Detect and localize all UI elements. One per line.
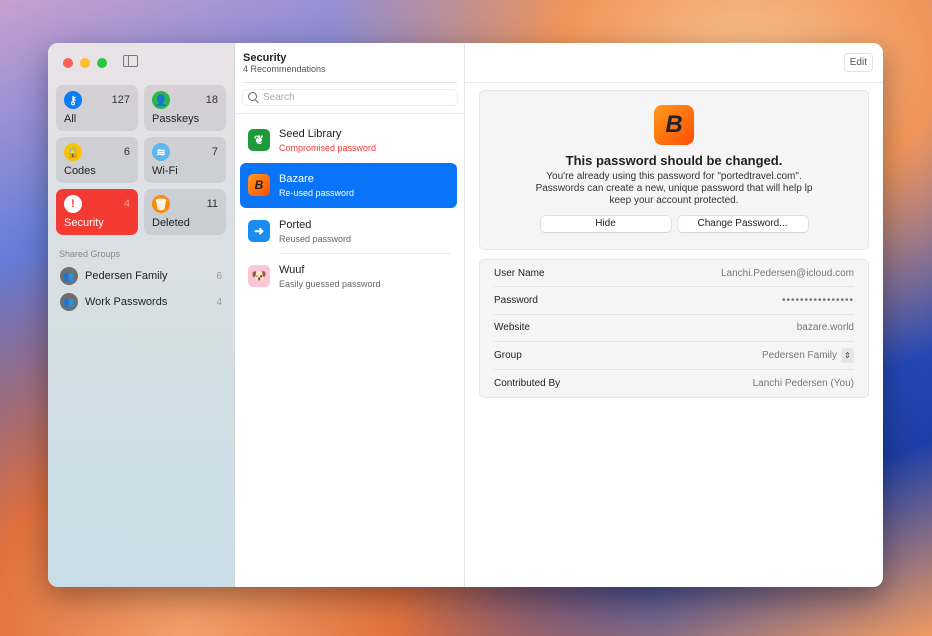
sidebar-toggle-icon[interactable] bbox=[123, 55, 138, 67]
category-wifi[interactable]: ≋ 7 Wi-Fi bbox=[144, 137, 226, 183]
list-title: Security bbox=[243, 52, 287, 64]
window-controls bbox=[63, 58, 107, 68]
credential-details: User Name Lanchi.Pedersen@icloud.com Pass… bbox=[479, 259, 869, 398]
lock-clock-icon: 🔒 bbox=[64, 143, 82, 161]
group-work-passwords[interactable]: 👥 Work Passwords 4 bbox=[60, 293, 222, 311]
count: 4 bbox=[216, 296, 222, 308]
group-icon: 👥 bbox=[60, 293, 78, 311]
list-item-bazare[interactable]: B Bazare Re-used password bbox=[240, 163, 457, 208]
count: 4 bbox=[123, 198, 130, 210]
value: Lanchi Pedersen (You) bbox=[752, 377, 854, 389]
detail-pane: Edit B This password should be changed. … bbox=[465, 43, 883, 587]
label: All bbox=[64, 113, 77, 125]
title: Bazare bbox=[279, 173, 314, 185]
count: 11 bbox=[206, 198, 218, 210]
list-item-wuuf[interactable]: 🐶 Wuuf Easily guessed password bbox=[240, 254, 457, 299]
bazare-app-icon: B bbox=[248, 174, 270, 196]
subtitle: Reused password bbox=[279, 234, 352, 244]
warning-body: You're already using this password for "… bbox=[535, 171, 813, 206]
label: Website bbox=[494, 322, 530, 334]
subtitle: Re-used password bbox=[279, 188, 355, 198]
label: Contributed By bbox=[494, 377, 561, 389]
search-placeholder: Search bbox=[263, 92, 295, 103]
category-codes[interactable]: 🔒 6 Codes bbox=[56, 137, 138, 183]
subtitle: Easily guessed password bbox=[279, 279, 381, 289]
count: 127 bbox=[111, 94, 130, 106]
value[interactable]: Lanchi.Pedersen@icloud.com bbox=[721, 268, 854, 279]
warning-title: This password should be changed. bbox=[565, 153, 783, 168]
list-item-seed-library[interactable]: ❦ Seed Library Compromised password bbox=[240, 118, 457, 163]
search-input[interactable]: Search bbox=[242, 89, 458, 106]
wifi-icon: ≋ bbox=[152, 143, 170, 161]
category-deleted[interactable]: 🗑 11 Deleted bbox=[144, 189, 226, 235]
field-website[interactable]: Website bazare.world bbox=[494, 315, 854, 343]
change-password-button[interactable]: Change Password... bbox=[677, 216, 808, 232]
passkey-icon: 👤 bbox=[152, 91, 170, 109]
field-group[interactable]: Group Pedersen Family ⇕ bbox=[494, 342, 854, 370]
title: Wuuf bbox=[279, 264, 305, 276]
zoom-button[interactable] bbox=[97, 58, 107, 68]
group-icon: 👥 bbox=[60, 267, 78, 285]
exclamation-icon: ! bbox=[64, 195, 82, 213]
list-item-ported[interactable]: ➜ Ported Reused password bbox=[240, 209, 457, 254]
label: Passkeys bbox=[152, 113, 200, 125]
label: Group bbox=[494, 349, 522, 361]
minimize-button[interactable] bbox=[80, 58, 90, 68]
chevron-updown-icon[interactable]: ⇕ bbox=[841, 347, 854, 363]
label: Codes bbox=[64, 165, 96, 177]
edit-button[interactable]: Edit bbox=[843, 53, 873, 72]
password-list: Security 4 Recommendations Search ❦ Seed … bbox=[235, 43, 465, 587]
value[interactable]: bazare.world bbox=[797, 322, 854, 333]
field-contributed-by: Contributed By Lanchi Pedersen (You) bbox=[494, 370, 854, 397]
close-button[interactable] bbox=[63, 58, 73, 68]
category-all[interactable]: ⚷ 127 All bbox=[56, 85, 138, 131]
label: Deleted bbox=[152, 217, 190, 229]
field-user-name[interactable]: User Name Lanchi.Pedersen@icloud.com bbox=[494, 260, 854, 288]
security-warning: B This password should be changed. You'r… bbox=[479, 90, 869, 250]
label: User Name bbox=[494, 267, 545, 279]
label: Pedersen Family bbox=[85, 270, 168, 282]
hide-button[interactable]: Hide bbox=[540, 216, 671, 232]
search-icon bbox=[248, 92, 257, 101]
key-icon: ⚷ bbox=[64, 91, 82, 109]
count: 18 bbox=[205, 94, 218, 106]
count: 6 bbox=[216, 270, 222, 282]
list-subtitle: 4 Recommendations bbox=[243, 64, 326, 74]
passwords-window: ⚷ 127 All 👤 18 Passkeys 🔒 6 Codes ≋ 7 Wi-Fi ! 4 Se… bbox=[48, 43, 883, 587]
group-pedersen-family[interactable]: 👥 Pedersen Family 6 bbox=[60, 267, 222, 285]
bazare-logo-icon: B bbox=[654, 105, 694, 145]
value[interactable]: •••••••••••••••• bbox=[782, 295, 854, 306]
sidebar: ⚷ 127 All 👤 18 Passkeys 🔒 6 Codes ≋ 7 Wi-Fi ! 4 Se… bbox=[48, 43, 235, 587]
count: 7 bbox=[211, 146, 218, 158]
label: Security bbox=[64, 217, 104, 229]
seed-library-app-icon: ❦ bbox=[248, 129, 270, 151]
subtitle: Compromised password bbox=[279, 143, 377, 153]
label: Work Passwords bbox=[85, 296, 168, 308]
category-security[interactable]: ! 4 Security bbox=[56, 189, 138, 235]
trash-icon: 🗑 bbox=[152, 195, 170, 213]
field-password[interactable]: Password •••••••••••••••• bbox=[494, 287, 854, 315]
shared-groups-heading: Shared Groups bbox=[59, 249, 121, 259]
label: Wi-Fi bbox=[152, 165, 178, 177]
title: Ported bbox=[279, 219, 312, 231]
wuuf-dog-icon: 🐶 bbox=[248, 265, 270, 287]
group-select[interactable]: Pedersen Family bbox=[762, 350, 837, 361]
count: 6 bbox=[123, 146, 130, 158]
category-passkeys[interactable]: 👤 18 Passkeys bbox=[144, 85, 226, 131]
label: Password bbox=[494, 295, 538, 307]
ported-app-icon: ➜ bbox=[248, 220, 270, 242]
title: Seed Library bbox=[279, 128, 342, 140]
